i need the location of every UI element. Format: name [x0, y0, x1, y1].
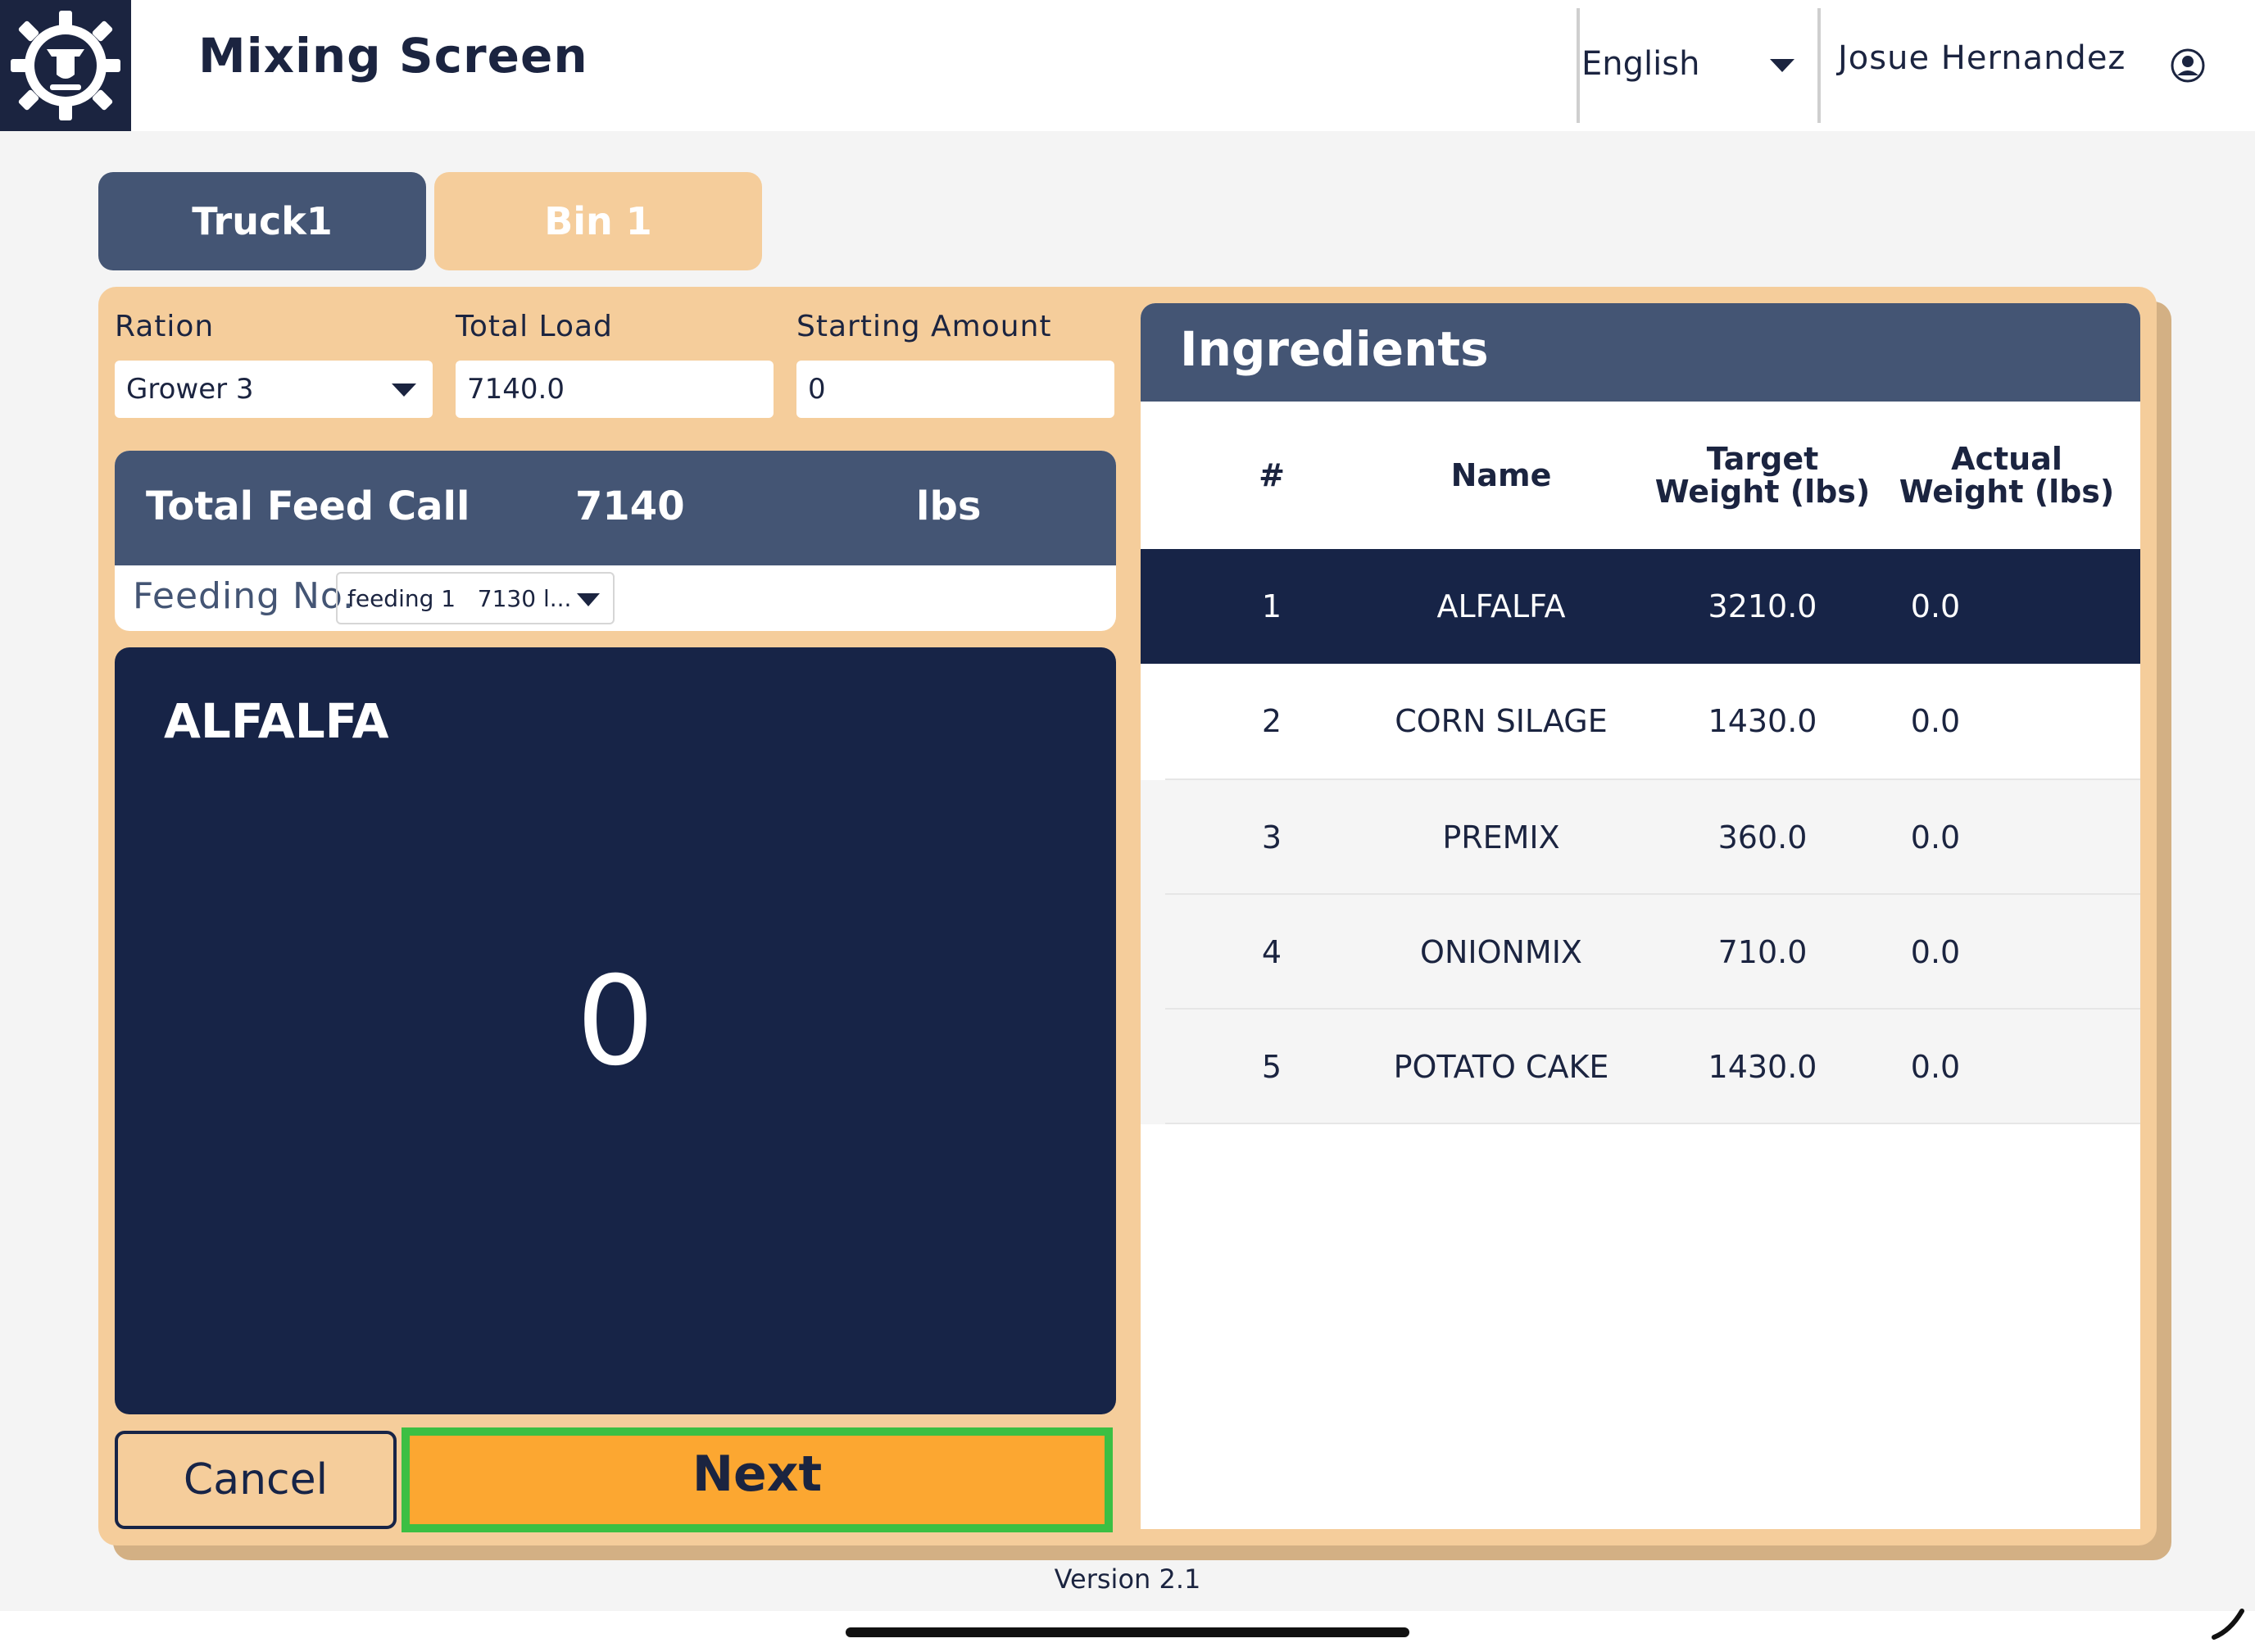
row-num: 2 [1261, 703, 1282, 739]
row-name: PREMIX [1442, 819, 1560, 856]
row-name: CORN SILAGE [1395, 703, 1608, 739]
starting-amount-value: 0 [808, 373, 826, 406]
row-actual: 0.0 [1910, 1049, 1961, 1085]
total-feed-call-value: 7140 [575, 483, 685, 529]
table-row[interactable]: 5 POTATO CAKE 1430.0 0.0 [1141, 1010, 2140, 1124]
total-load-label: Total Load [456, 310, 613, 343]
total-feed-call-card: Total Feed Call 7140 lbs Feeding No. fee… [115, 451, 1116, 631]
total-feed-call-unit: lbs [916, 483, 982, 529]
current-ingredient-name: ALFALFA [164, 693, 389, 749]
row-num: 4 [1261, 934, 1282, 970]
next-button[interactable]: Next [402, 1427, 1113, 1532]
ration-value: Grower 3 [126, 373, 254, 406]
starting-amount-label: Starting Amount [796, 310, 1052, 343]
header-divider [1577, 8, 1580, 123]
row-name: ONIONMIX [1420, 934, 1582, 970]
row-divider [1165, 1123, 2140, 1124]
tab-truck1[interactable]: Truck1 [98, 172, 426, 270]
table-row[interactable]: 4 ONIONMIX 710.0 0.0 [1141, 895, 2140, 1010]
page-title: Mixing Screen [198, 28, 588, 84]
current-weight-value: 0 [576, 951, 655, 1093]
chevron-down-icon [1770, 59, 1794, 72]
language-select[interactable]: English [1581, 33, 1794, 95]
feeding-value: feeding 1 7130 l... [347, 584, 572, 612]
row-actual: 0.0 [1910, 703, 1961, 739]
total-load-input[interactable]: 7140.0 [456, 361, 774, 418]
table-row[interactable]: 2 CORN SILAGE 1430.0 0.0 [1141, 664, 2140, 778]
column-header-name: Name [1450, 457, 1552, 493]
total-feed-call-label: Total Feed Call [146, 483, 470, 529]
row-name: ALFALFA [1436, 588, 1566, 624]
ingredients-header-row: # Name Target Weight (lbs) Actual Weight… [1141, 402, 2140, 549]
starting-amount-input[interactable]: 0 [796, 361, 1114, 418]
tab-bin-1[interactable]: Bin 1 [434, 172, 762, 270]
chevron-down-icon [577, 593, 600, 606]
ingredients-panel: Ingredients # Name Target Weight (lbs) A… [1141, 303, 2140, 1529]
row-target: 360.0 [1717, 819, 1808, 856]
feeding-label: Feeding No. [133, 575, 356, 617]
row-actual: 0.0 [1910, 588, 1961, 624]
row-num: 5 [1261, 1049, 1282, 1085]
row-target: 1430.0 [1708, 1049, 1817, 1085]
row-num: 1 [1261, 588, 1282, 624]
user-circle-icon[interactable] [2170, 48, 2206, 84]
feeding-select[interactable]: feeding 1 7130 l... [336, 572, 615, 624]
version-label: Version 2.1 [1054, 1564, 1201, 1595]
header-divider [1817, 8, 1821, 123]
total-load-value: 7140.0 [467, 373, 565, 406]
row-target: 710.0 [1717, 934, 1808, 970]
column-header-actual: Actual Weight (lbs) [1899, 441, 2115, 510]
pencil-stroke-icon [2212, 1609, 2244, 1640]
language-value: English [1581, 45, 1700, 83]
home-indicator[interactable] [846, 1627, 1409, 1637]
row-name: POTATO CAKE [1393, 1049, 1609, 1085]
top-bar: Mixing Screen English Josue Hernandez [0, 0, 2255, 131]
table-row[interactable]: 1 ALFALFA 3210.0 0.0 [1141, 549, 2140, 664]
ingredients-title: Ingredients [1141, 303, 2140, 402]
chevron-down-icon [392, 384, 416, 397]
ration-label: Ration [115, 310, 215, 343]
row-actual: 0.0 [1910, 934, 1961, 970]
row-target: 3210.0 [1708, 588, 1817, 624]
feeding-row: Feeding No. feeding 1 7130 l... [115, 565, 1116, 631]
row-target: 1430.0 [1708, 703, 1817, 739]
table-row[interactable]: 3 PREMIX 360.0 0.0 [1141, 780, 2140, 895]
app-logo-icon [0, 0, 131, 131]
ration-select[interactable]: Grower 3 [115, 361, 433, 418]
total-feed-call-header: Total Feed Call 7140 lbs [115, 451, 1116, 565]
weight-display: ALFALFA 0 [115, 647, 1116, 1414]
row-actual: 0.0 [1910, 819, 1961, 856]
cancel-button[interactable]: Cancel [115, 1431, 397, 1529]
user-name: Josue Hernandez [1838, 39, 2126, 77]
row-num: 3 [1261, 819, 1282, 856]
column-header-target: Target Weight (lbs) [1654, 441, 1871, 510]
column-header-num: # [1259, 457, 1285, 493]
